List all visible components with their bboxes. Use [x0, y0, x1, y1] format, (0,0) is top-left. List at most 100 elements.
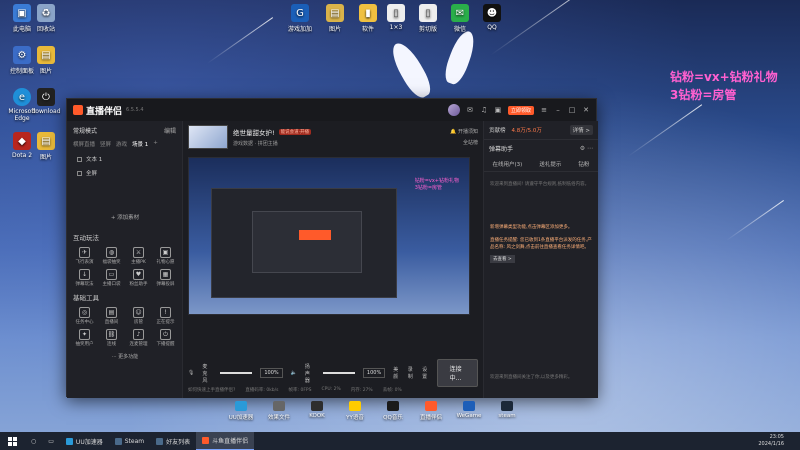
dock-item[interactable]: UU加速器: [228, 401, 254, 421]
tool-item[interactable]: ⛓ 连线: [98, 329, 125, 347]
tool-label: 抽奖用户: [75, 342, 94, 347]
desktop-icon-qq[interactable]: ☻ QQ: [472, 4, 512, 31]
mic-icon[interactable]: 🎙: [188, 370, 194, 376]
maximize-icon[interactable]: □: [568, 106, 576, 114]
room-cover-thumbnail[interactable]: [188, 125, 228, 149]
desktop-icon-pictures[interactable]: ▤ 图片: [26, 46, 66, 75]
start-button[interactable]: [0, 436, 25, 446]
tool-item[interactable]: ◎ 任务中心: [71, 307, 98, 325]
search-icon[interactable]: ○: [25, 438, 42, 445]
lucky-bag-icon: ◍: [106, 247, 117, 258]
source-item[interactable]: 全屏: [67, 166, 182, 180]
record-button[interactable]: 录制: [408, 366, 414, 380]
tool-item[interactable]: ▦ 弹幕投屏: [152, 269, 179, 287]
stream-preview[interactable]: 钻粉=vx+钻粉礼物 3钻粉=房管: [188, 157, 470, 315]
desktop-icon-label: 图片: [328, 26, 341, 33]
speaker-volume-value[interactable]: 100%: [362, 368, 386, 378]
tool-item[interactable]: ♪ 连麦管理: [125, 329, 152, 347]
tool-item[interactable]: ⏻ 下播提醒: [152, 329, 179, 347]
desktop-icon-pictures-2[interactable]: ▤ 图片: [26, 132, 66, 161]
dock-item[interactable]: KOOK: [304, 401, 330, 421]
settings-button[interactable]: 设置: [422, 366, 428, 380]
tool-item[interactable]: ▭ 主播口袋: [98, 269, 125, 287]
headset-icon[interactable]: ♫: [480, 106, 488, 114]
desktop-icon-recycle-bin[interactable]: ♻ 回收站: [26, 4, 66, 33]
help-link[interactable]: 如何快速上手直播伴侣?: [188, 387, 235, 393]
mic-volume-value[interactable]: 100%: [260, 368, 283, 378]
tab-landscape[interactable]: 横屏直播: [73, 140, 95, 148]
menu-icon[interactable]: ≡: [540, 106, 548, 114]
more-functions-button[interactable]: ··· 更多功能: [67, 349, 183, 364]
dock-item[interactable]: 效果文件: [266, 401, 292, 421]
avatar[interactable]: [447, 104, 460, 116]
dock-item[interactable]: WeGame: [456, 401, 482, 421]
tool-item[interactable]: ✦ 抽奖用户: [71, 329, 98, 347]
tool-item[interactable]: ! 正在提示: [152, 307, 179, 325]
speaker-volume-slider[interactable]: [322, 372, 355, 374]
taskbar-item[interactable]: Steam: [109, 432, 150, 450]
tool-item[interactable]: ☺ 房管: [125, 307, 152, 325]
desktop-icon-download[interactable]: ⏻ download: [26, 88, 66, 115]
rank-detail-button[interactable]: 详情 >: [569, 125, 593, 135]
dock-item[interactable]: steam: [494, 401, 520, 421]
close-icon[interactable]: ✕: [582, 106, 590, 114]
tool-item[interactable]: ⚔ 主播PK: [125, 247, 152, 265]
edit-button[interactable]: 编辑: [164, 126, 176, 135]
interactive-tools-title: 互动玩法: [73, 234, 99, 242]
mic-label: 麦克风: [202, 363, 208, 384]
speaker-icon[interactable]: 🔈: [291, 370, 297, 376]
system-clock[interactable]: 23:05 2024/1/16: [758, 434, 800, 448]
add-scene-icon[interactable]: +: [153, 140, 158, 148]
tab-portrait[interactable]: 竖屏: [100, 140, 111, 148]
tab-diamond-fans[interactable]: 钻粉: [578, 160, 589, 168]
room-title[interactable]: 绝世量甜女护!: [233, 127, 275, 137]
qq-icon: ☻: [483, 4, 501, 22]
mode-selector[interactable]: 常规模式: [73, 126, 97, 135]
tool-item[interactable]: ✈ 飞行表演: [71, 247, 98, 265]
settings-icon[interactable]: ⚙ ⋯: [580, 145, 593, 152]
dock-item[interactable]: YY语音: [342, 401, 368, 421]
checkbox[interactable]: [77, 156, 82, 162]
tab-gift-alerts[interactable]: 送礼提示: [539, 160, 561, 168]
taskbar-item-active[interactable]: 斗鱼直播伴侣: [196, 432, 255, 450]
tool-label: 直播间: [104, 320, 119, 325]
ranking-link[interactable]: 全站榜: [463, 140, 478, 146]
tab-game[interactable]: 游戏: [116, 140, 127, 148]
tool-item[interactable]: ◍ 福袋抽奖: [98, 247, 125, 265]
tab-online-users[interactable]: 在线用户(3): [493, 160, 523, 168]
chat-message: 新增弹幕类型功能,点击弹幕区添加更多。: [490, 225, 573, 230]
tool-item[interactable]: ♥ 粉丝助手: [125, 269, 152, 287]
taskbar-item[interactable]: 好友列表: [150, 432, 196, 450]
tool-item[interactable]: ↓ 弹幕玩法: [71, 269, 98, 287]
mic-link-icon: ♪: [133, 329, 144, 340]
mic-volume-slider[interactable]: [220, 372, 253, 374]
add-source-button[interactable]: + 添加素材: [67, 213, 183, 221]
minimize-icon[interactable]: –: [554, 106, 562, 114]
checkbox[interactable]: [77, 170, 82, 176]
dock-item[interactable]: 直播伴侣: [418, 401, 444, 421]
message-icon[interactable]: ✉: [466, 106, 474, 114]
cpu-status: CPU: 2%: [321, 387, 341, 392]
picture-icon: ▤: [37, 46, 55, 64]
view-task-button[interactable]: 去查看 >: [490, 255, 515, 263]
stream-notice-link[interactable]: 开播须知: [458, 129, 478, 135]
yy-icon: [349, 401, 361, 411]
tool-label: 任务中心: [75, 320, 94, 325]
taskbar-item[interactable]: UU加速器: [60, 432, 109, 450]
start-stream-button[interactable]: 连接中...: [436, 359, 478, 387]
promo-badge[interactable]: 立即领取: [507, 105, 534, 115]
tool-label: 连线: [107, 342, 116, 347]
link-icon: ⛓: [106, 329, 117, 340]
dock-item[interactable]: QQ音乐: [380, 401, 406, 421]
gift-icon[interactable]: ▣: [494, 106, 502, 114]
tab-scene-1[interactable]: 场景 1: [132, 140, 148, 148]
task-view-icon[interactable]: ▭: [42, 438, 60, 445]
beauty-button[interactable]: 美颜: [393, 366, 399, 380]
tool-item[interactable]: ▤ 直播间: [98, 307, 125, 325]
tool-item[interactable]: ▣ 礼物心愿: [152, 247, 179, 265]
source-item[interactable]: 文本 1: [67, 152, 182, 166]
music-icon: [387, 401, 399, 411]
chat-message: 直播任务提醒: 您已收到1条直播平台派发的任务,产品名称: 风之剑舞,点击前往直…: [490, 238, 592, 250]
desktop-icon-game-plus[interactable]: G 游戏加加: [280, 4, 320, 33]
mode-row: 常规模式 编辑: [67, 121, 182, 140]
